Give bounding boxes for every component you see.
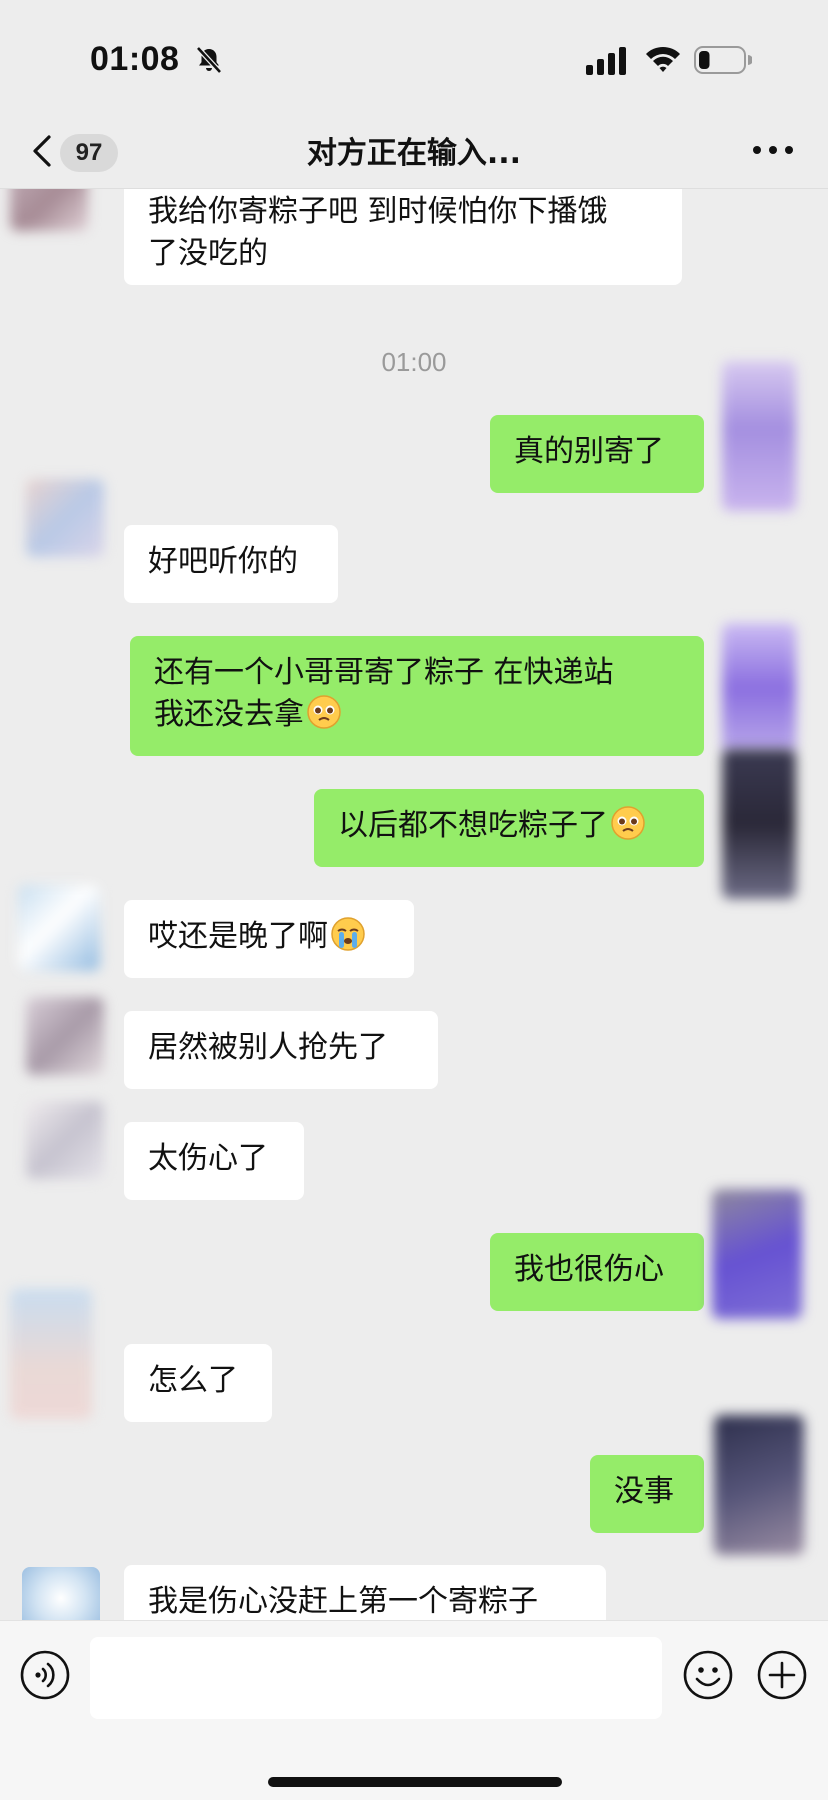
outgoing-message-bubble[interactable]: 我也很伤心: [490, 1233, 704, 1311]
incoming-message-bubble[interactable]: 太伤心了: [124, 1122, 304, 1200]
my-avatar[interactable]: [722, 749, 796, 899]
message-text: 我是伤心没赶上第一个寄粽子: [148, 1584, 538, 1619]
signal-icon: [586, 47, 626, 75]
my-avatar[interactable]: [712, 1189, 802, 1319]
message-text: 还有一个小哥哥寄了粽子 在快递站 我还没去拿: [154, 655, 614, 732]
input-bar: [0, 1620, 828, 1800]
contact-avatar[interactable]: [26, 997, 104, 1075]
voice-icon[interactable]: [19, 1649, 71, 1701]
contact-avatar[interactable]: [10, 189, 88, 231]
pleading-face-icon: [611, 806, 645, 840]
outgoing-message-bubble[interactable]: 以后都不想吃粽子了: [314, 789, 704, 867]
incoming-message-bubble[interactable]: 好吧听你的: [124, 525, 338, 603]
contact-avatar[interactable]: [26, 1101, 104, 1179]
outgoing-message-bubble[interactable]: 还有一个小哥哥寄了粽子 在快递站 我还没去拿: [130, 636, 704, 756]
message-text: 哎还是晚了啊: [148, 919, 328, 954]
incoming-message-bubble[interactable]: 哎还是晚了啊: [124, 900, 414, 978]
message-text: 怎么了: [148, 1363, 238, 1398]
message-text: 我给你寄粽子吧 到时候怕你下播饿 了没吃的: [148, 194, 608, 271]
my-avatar[interactable]: [714, 1415, 804, 1555]
message-text: 真的别寄了: [514, 434, 664, 469]
incoming-message-bubble[interactable]: 居然被别人抢先了: [124, 1011, 438, 1089]
home-indicator[interactable]: [268, 1777, 562, 1787]
bell-slash-icon: [196, 46, 222, 74]
plus-circle-icon[interactable]: [756, 1649, 808, 1701]
my-avatar[interactable]: [722, 361, 796, 511]
message-text: 以后都不想吃粽子了: [338, 808, 608, 843]
contact-avatar[interactable]: [22, 1567, 100, 1620]
message-text: 好吧听你的: [148, 544, 298, 579]
outgoing-message-bubble[interactable]: 真的别寄了: [490, 415, 704, 493]
smiley-icon[interactable]: [682, 1649, 734, 1701]
message-text: 我也很伤心: [514, 1252, 664, 1287]
crying-face-icon: [331, 917, 365, 951]
contact-avatar[interactable]: [10, 1289, 92, 1419]
incoming-message-bubble[interactable]: 怎么了: [124, 1344, 272, 1422]
message-text: 没事: [614, 1474, 674, 1509]
status-bar: 01:08: [0, 0, 828, 112]
unread-count-badge: 97: [60, 134, 118, 172]
my-avatar[interactable]: [722, 623, 796, 753]
message-timestamp: 01:00: [381, 347, 447, 377]
message-text: 居然被别人抢先了: [148, 1030, 388, 1065]
contact-avatar[interactable]: [26, 479, 104, 557]
pleading-face-icon: [307, 695, 341, 729]
back-button[interactable]: 97: [26, 126, 134, 176]
incoming-message-bubble[interactable]: 我给你寄粽子吧 到时候怕你下播饿 了没吃的: [124, 189, 682, 285]
contact-avatar[interactable]: [18, 885, 100, 971]
battery-icon: [694, 46, 752, 74]
chat-header: 97 对方正在输入...: [0, 112, 828, 189]
outgoing-message-bubble[interactable]: 没事: [590, 1455, 704, 1533]
message-text: 太伤心了: [148, 1141, 268, 1176]
incoming-message-bubble[interactable]: 我是伤心没赶上第一个寄粽子: [124, 1565, 606, 1620]
chevron-left-icon: [33, 135, 51, 167]
message-list[interactable]: 我给你寄粽子吧 到时候怕你下播饿 了没吃的 01:00 真的别寄了 好吧听你的 …: [0, 189, 828, 1620]
wifi-icon: [646, 46, 680, 72]
message-input[interactable]: [90, 1637, 662, 1719]
status-time: 01:08: [90, 40, 180, 78]
more-horizontal-icon[interactable]: [750, 130, 796, 170]
